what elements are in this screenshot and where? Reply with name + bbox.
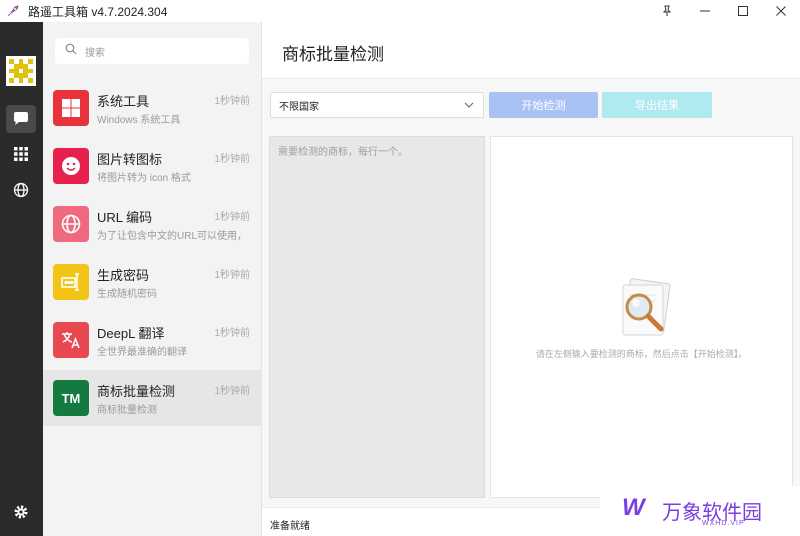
list-item-system-tools[interactable]: 系统工具 Windows 系统工具 1秒钟前 [43,80,262,136]
window-title: 路遥工具箱 v4.7.2024.304 [28,4,168,19]
tool-name: 图片转图标 [97,152,163,167]
tool-time: 1秒钟前 [214,328,250,339]
translate-icon [53,322,89,358]
globe-icon [53,206,89,242]
apps-grid-icon[interactable] [6,140,36,168]
list-item-image-to-icon[interactable]: 图片转图标 将图片转为 icon 格式 1秒钟前 [43,138,262,194]
tool-time: 1秒钟前 [214,212,250,223]
page-title: 商标批量检测 [282,45,384,64]
gear-icon[interactable] [6,498,36,526]
list-item-trademark[interactable]: TM 商标批量检测 商标批量检测 1秒钟前 [43,370,262,426]
tool-name: 系统工具 [97,94,150,109]
tool-name: URL 编码 [97,210,153,225]
password-icon [53,264,89,300]
country-select-value: 不限国家 [279,101,319,113]
watermark: W 万象软件园 WXHD.VIP [600,486,800,536]
watermark-sub: WXHD.VIP [702,520,745,527]
nav-rail [0,22,43,536]
results-panel: 请在左侧输入要检测的商标，然后点击【开始检测】。 [490,136,793,498]
country-select[interactable]: 不限国家 [270,92,484,118]
tool-desc: 生成随机密码 [97,289,157,300]
tool-time: 1秒钟前 [214,96,250,107]
minimize-icon[interactable] [686,0,724,22]
tool-desc: Windows 系统工具 [97,115,181,126]
trademark-input[interactable]: 需要检测的商标，每行一个。 [269,136,485,498]
tool-name: 生成密码 [97,268,150,283]
status-text: 准备就绪 [270,521,310,532]
avatar[interactable] [6,56,36,86]
tool-time: 1秒钟前 [214,270,250,281]
search-icon [65,42,77,60]
empty-hint: 请在左侧输入要检测的商标，然后点击【开始检测】。 [535,349,748,359]
chat-icon[interactable] [6,105,36,133]
search-placeholder: 搜索 [85,47,105,59]
tool-desc: 为了让包含中文的URL可以使用， [97,231,248,242]
search-input[interactable]: 搜索 [55,38,249,64]
windows-icon [53,90,89,126]
tool-list-panel: 搜索 系统工具 Windows 系统工具 1秒钟前 图片转图标 将图片转为 ic… [43,22,262,536]
pin-icon[interactable] [648,0,686,22]
watermark-logo: W [622,494,645,521]
tool-name: DeepL 翻译 [97,326,165,341]
main-panel: 商标批量检测 不限国家 开始检测 导出结果 需要检测的商标，每行一个。 请在左侧… [262,22,800,536]
tool-name: 商标批量检测 [97,384,176,399]
list-item-url-encode[interactable]: URL 编码 为了让包含中文的URL可以使用， 1秒钟前 [43,196,262,252]
list-item-password[interactable]: 生成密码 生成随机密码 1秒钟前 [43,254,262,310]
start-check-button[interactable]: 开始检测 [489,92,598,118]
tool-time: 1秒钟前 [214,154,250,165]
magnifier-document-icon [609,275,679,345]
export-results-button[interactable]: 导出结果 [602,92,712,118]
title-bar: 路遥工具箱 v4.7.2024.304 [0,0,800,22]
list-item-deepl[interactable]: DeepL 翻译 全世界最准确的翻译 1秒钟前 [43,312,262,368]
tool-desc: 全世界最准确的翻译 [97,347,187,358]
close-icon[interactable] [762,0,800,22]
smiley-icon [53,148,89,184]
chevron-down-icon [463,99,475,114]
tm-icon: TM [53,380,89,416]
tool-time: 1秒钟前 [214,386,250,397]
tool-desc: 商标批量检测 [97,405,157,416]
rocket-icon [6,4,20,18]
globe-icon[interactable] [6,176,36,204]
tool-desc: 将图片转为 icon 格式 [97,173,191,184]
maximize-icon[interactable] [724,0,762,22]
